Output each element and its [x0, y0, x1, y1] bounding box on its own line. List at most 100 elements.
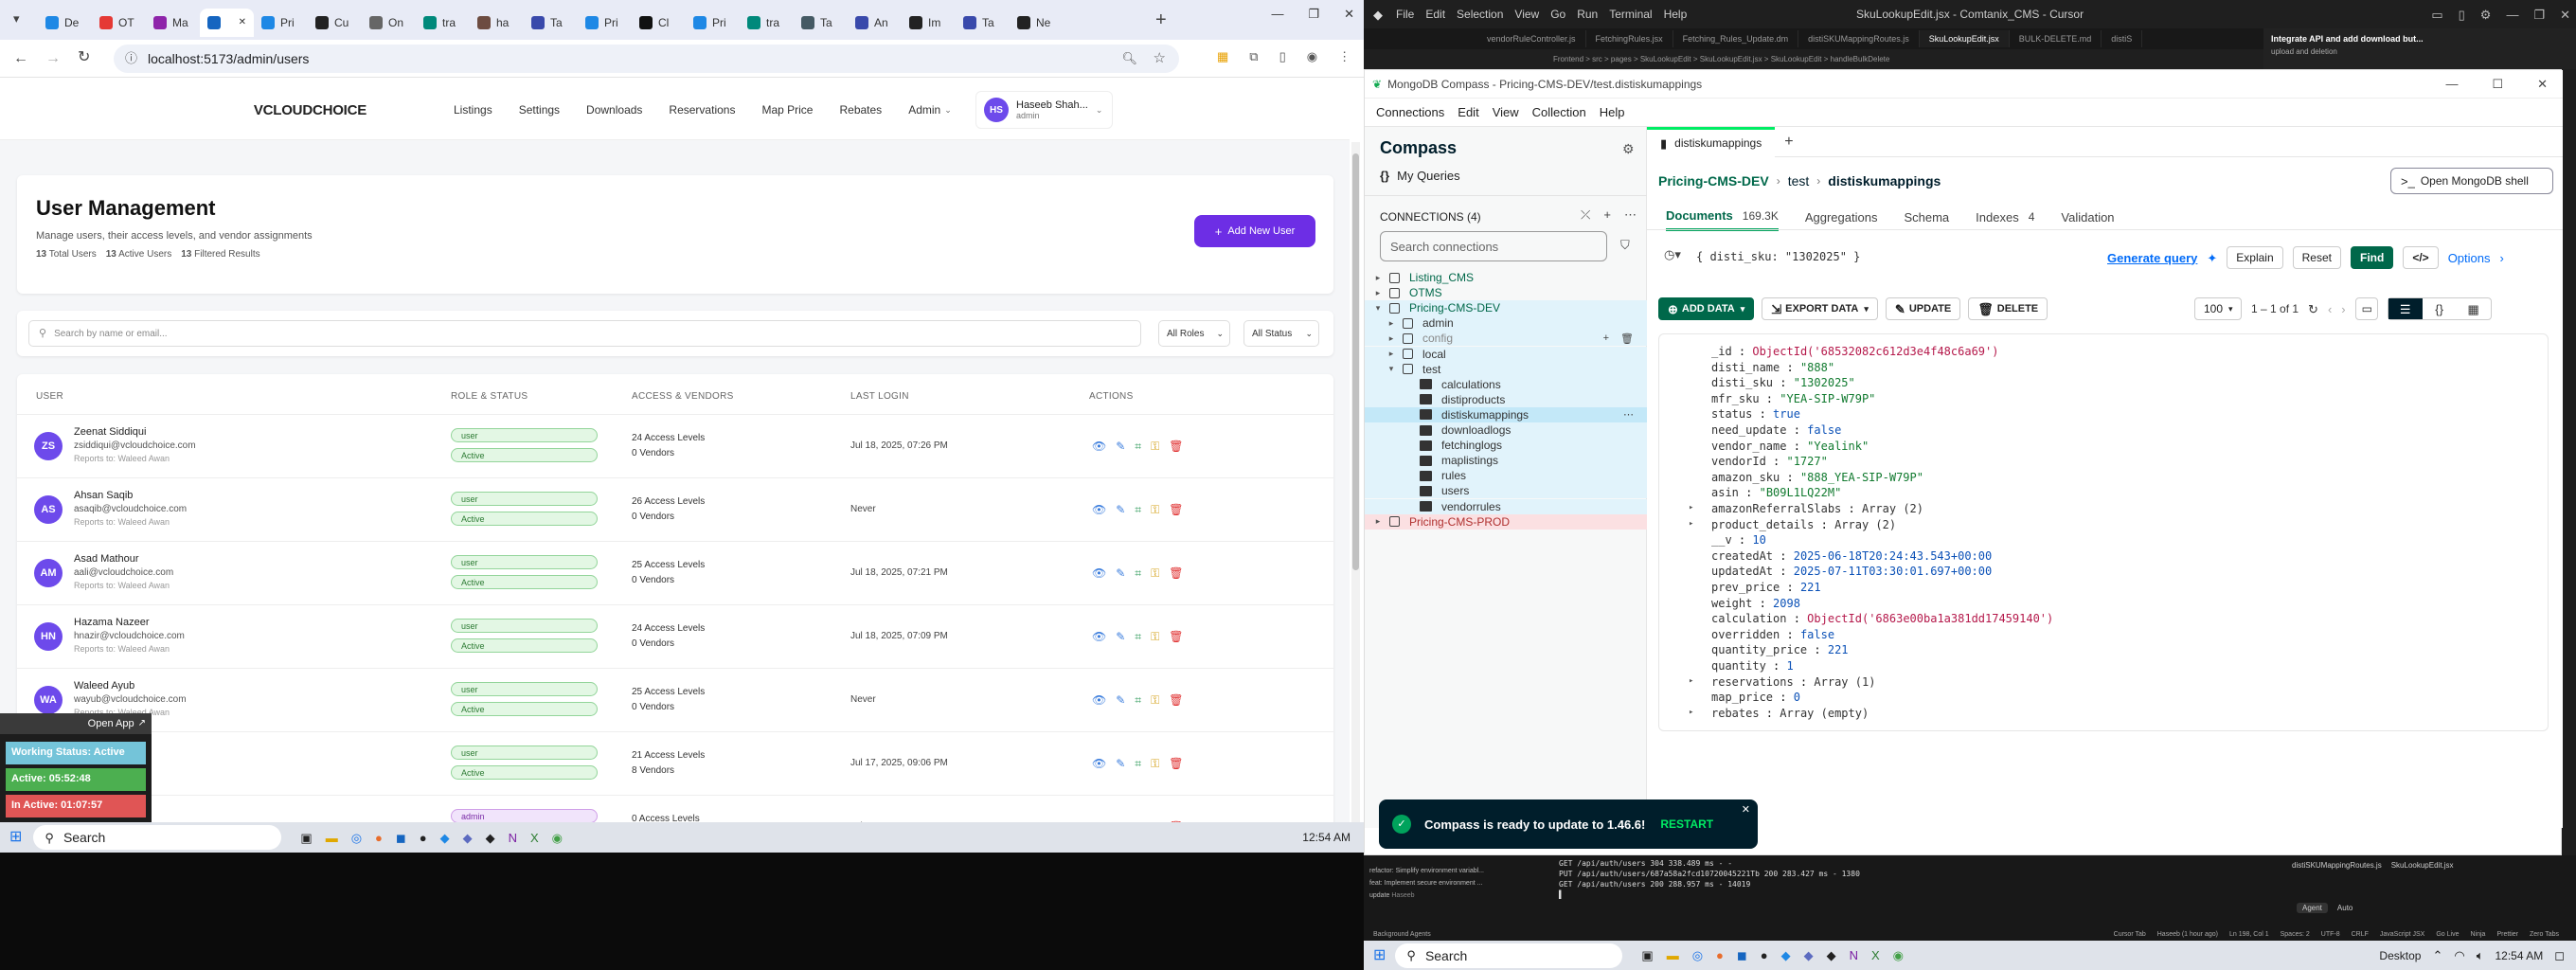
page-size-select[interactable]: 100 ▾ — [2194, 297, 2242, 320]
chevron-right-icon[interactable]: ▸ — [1372, 517, 1384, 526]
new-tab-icon[interactable]: + — [1784, 134, 1793, 150]
close-tab-icon[interactable]: ✕ — [239, 18, 246, 27]
pencil-icon[interactable]: ✎ — [1116, 566, 1125, 581]
browser-tab[interactable]: De — [38, 9, 92, 37]
connection-item[interactable]: ▸ OTMS — [1365, 285, 1647, 300]
document-field[interactable]: _id : ObjectId('68532082c612d3e4f48c6a69… — [1711, 344, 1998, 360]
teams-icon[interactable]: ◆ — [463, 832, 473, 844]
menu-file[interactable]: File — [1396, 8, 1414, 21]
menu-go[interactable]: Go — [1550, 8, 1565, 21]
collection-item[interactable]: vendorrules — [1365, 498, 1647, 514]
subtab-aggregations[interactable]: Aggregations — [1805, 203, 1878, 231]
search-input[interactable]: ⚲ Search by name or email... — [28, 320, 1141, 347]
next-page-icon[interactable]: › — [2341, 303, 2345, 315]
editor-tab[interactable]: FetchingRules.jsx — [1586, 30, 1673, 47]
eye-icon[interactable]: 👁︎ — [1092, 440, 1106, 454]
eye-icon[interactable]: 👁︎ — [1092, 693, 1106, 708]
document-field[interactable]: prev_price : 221 — [1711, 580, 1821, 596]
connection-item[interactable]: ▾ Pricing-CMS-DEV — [1365, 300, 1647, 316]
layout-icon[interactable]: ▯ — [2459, 9, 2465, 21]
document-field[interactable]: ▸ rebates : Array (empty) — [1689, 706, 1869, 722]
nav-link-listings[interactable]: Listings — [454, 103, 492, 117]
trash-icon[interactable]: 🗑︎ — [1169, 693, 1183, 708]
expand-icon[interactable]: ▸ — [1689, 519, 1693, 529]
onenote-icon[interactable]: N — [509, 832, 517, 844]
collection-item[interactable]: downloadlogs — [1365, 422, 1647, 438]
menu-view[interactable]: View — [1514, 8, 1539, 21]
close-window-icon[interactable]: ✕ — [2537, 78, 2548, 90]
firefox-icon[interactable]: ● — [375, 832, 383, 844]
close-window-icon[interactable]: ✕ — [2560, 9, 2570, 21]
forward-icon[interactable]: → — [45, 51, 61, 66]
chevron-right-icon[interactable]: ▸ — [1386, 333, 1397, 343]
collection-item[interactable]: users — [1365, 483, 1647, 499]
document-field[interactable]: ▸ product_details : Array (2) — [1689, 517, 1896, 533]
collection-item[interactable]: rules — [1365, 468, 1647, 484]
document-field[interactable]: need_update : false — [1711, 422, 1841, 439]
windows-start-icon[interactable]: ⊞ — [1373, 947, 1386, 963]
maximize-icon[interactable]: ❐ — [2533, 9, 2545, 21]
breadcrumb-item[interactable]: Pricing-CMS-DEV — [1658, 173, 1769, 189]
collection-item[interactable]: fetchinglogs — [1365, 438, 1647, 454]
app-logo[interactable]: VVCLOUDCHOICE — [253, 102, 367, 118]
connection-item[interactable]: ▸ Listing_CMS — [1365, 270, 1647, 285]
refresh-icon[interactable]: ↻ — [2308, 303, 2318, 315]
expand-icon[interactable]: ▸ — [1689, 504, 1693, 512]
browser-tab[interactable]: ✕ — [200, 9, 254, 37]
collection-item[interactable]: distiproducts — [1365, 391, 1647, 407]
key-icon[interactable]: ⚿ — [1151, 630, 1159, 644]
tag-icon[interactable]: ⌗ — [1135, 440, 1141, 454]
subtab-validation[interactable]: Validation — [2061, 203, 2114, 231]
options-toggle[interactable]: Options — [2448, 251, 2491, 265]
my-queries-link[interactable]: {} My Queries — [1380, 169, 1460, 183]
close-window-icon[interactable]: ✕ — [1344, 8, 1354, 20]
key-icon[interactable]: ⚿ — [1151, 503, 1159, 517]
document-field[interactable]: map_price : 0 — [1711, 690, 1800, 706]
delete-button[interactable]: 🗑︎ DELETE — [1968, 297, 2048, 320]
document-field[interactable]: createdAt : 2025-06-18T20:24:43.543+00:0… — [1711, 548, 1992, 565]
browser-tab[interactable]: OT — [92, 9, 146, 37]
tag-icon[interactable]: ⌗ — [1135, 503, 1141, 517]
windows-start-icon[interactable]: ⊞ — [9, 830, 22, 845]
chrome-icon[interactable]: ◎ — [351, 832, 362, 844]
document-field[interactable]: calculation : ObjectId('6863e00ba1a381dd… — [1711, 611, 2053, 627]
status-item[interactable]: UTF-8 — [2321, 931, 2340, 938]
find-button[interactable]: Find — [2351, 246, 2394, 269]
open-shell-button[interactable]: >_ Open MongoDB shell — [2390, 168, 2553, 194]
task-view-icon[interactable]: ▣ — [300, 832, 312, 844]
background-agents[interactable]: Background Agents — [1373, 931, 1431, 938]
trash-icon[interactable]: 🗑︎ — [1169, 757, 1183, 771]
commit-item[interactable]: update Haseeb — [1369, 889, 1529, 902]
reset-button[interactable]: Reset — [2292, 246, 2341, 269]
add-data-button[interactable]: ⊕ ADD DATA ▾ — [1658, 297, 1755, 320]
agent-mode-select[interactable]: Agent — [2297, 903, 2328, 913]
editor-tab[interactable]: BULK-DELETE.md — [2010, 30, 2102, 47]
document-field[interactable]: mfr_sku : "YEA-SIP-W79P" — [1711, 391, 1875, 407]
database-item[interactable]: ▸ config + 🗑︎ — [1365, 331, 1647, 347]
collection-tab[interactable]: ▮ distiskumappings — [1647, 126, 1776, 157]
tag-icon[interactable]: ⌗ — [1135, 693, 1141, 708]
restart-button[interactable]: RESTART — [1660, 817, 1713, 831]
chevron-right-icon[interactable]: ▸ — [1386, 350, 1397, 358]
browser-tab[interactable]: Ne — [1010, 9, 1064, 37]
explain-button[interactable]: Explain — [2227, 246, 2283, 269]
editor-tab[interactable]: distiS — [2102, 30, 2143, 47]
vscode-icon[interactable]: ◆ — [440, 832, 450, 844]
cursor-app-icon[interactable]: ◆ — [1827, 949, 1836, 961]
eye-icon[interactable]: 👁︎ — [1092, 757, 1106, 771]
document-field[interactable]: ▸ reservations : Array (1) — [1689, 674, 1875, 691]
browser-menu-icon[interactable]: ⋮ — [1338, 50, 1351, 63]
editor-tab[interactable]: Fetching_Rules_Update.dm — [1673, 30, 1799, 47]
document-field[interactable]: status : true — [1711, 406, 1800, 422]
pencil-icon[interactable]: ✎ — [1116, 630, 1125, 644]
expand-icon[interactable]: ▸ — [1689, 708, 1693, 717]
document-field[interactable]: ▸ amazonReferralSlabs : Array (2) — [1689, 501, 1923, 517]
file-explorer-icon[interactable]: ▬ — [326, 832, 338, 844]
browser-tab[interactable]: tra — [416, 9, 470, 37]
expand-icon[interactable]: ▸ — [1689, 676, 1693, 686]
task-view-icon[interactable]: ▣ — [1641, 949, 1653, 961]
breadcrumb-item[interactable]: test — [1788, 173, 1810, 189]
browser-tab[interactable]: Ta — [794, 9, 848, 37]
browser-tab[interactable]: tra — [740, 9, 794, 37]
onenote-icon[interactable]: N — [1850, 949, 1858, 961]
